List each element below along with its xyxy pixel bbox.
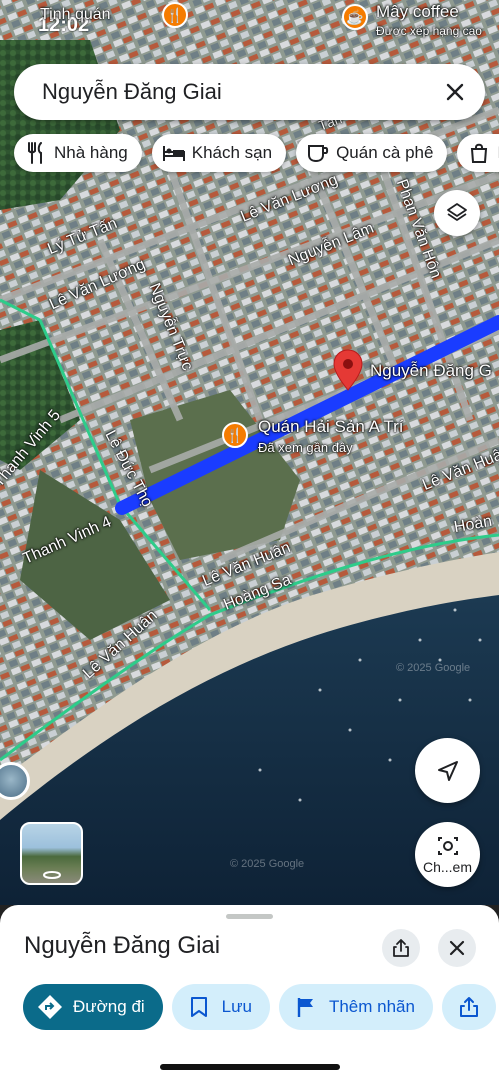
street-view-thumbnail[interactable] <box>20 822 83 885</box>
map-label-may-coffee[interactable]: Mây coffee <box>376 2 459 22</box>
lens-label: Ch...em <box>422 858 472 875</box>
chip-shopping[interactable]: M <box>457 134 499 172</box>
map-watermark: © 2025 Google <box>230 858 305 870</box>
selected-place-label[interactable]: Nguyễn Đăng G <box>370 361 492 381</box>
save-label: Lưu <box>221 997 252 1016</box>
search-bar[interactable]: Nguyễn Đăng Giai <box>14 64 485 120</box>
restaurant-icon <box>24 141 48 165</box>
close-icon <box>449 940 465 956</box>
close-sheet-button[interactable] <box>438 929 476 967</box>
bookmark-icon <box>186 994 212 1020</box>
add-label-button[interactable]: Thêm nhãn <box>278 984 433 1030</box>
navigation-arrow-icon <box>437 760 458 781</box>
my-location-button[interactable] <box>415 738 480 803</box>
chip-label: Quán cà phê <box>336 143 434 162</box>
chip-label: Khách sạn <box>191 143 273 162</box>
category-chips: Nhà hàng Khách sạn Quán cà phê M <box>14 134 499 172</box>
layers-button[interactable] <box>434 190 480 236</box>
chip-label: Nhà hàng <box>54 143 128 162</box>
camera-lens-icon <box>437 836 458 855</box>
chip-cafes[interactable]: Quán cà phê <box>296 134 448 172</box>
add-label-label: Thêm nhãn <box>328 997 415 1016</box>
rotate-360-icon <box>42 871 61 879</box>
share-icon <box>456 994 482 1020</box>
share-button[interactable] <box>382 929 420 967</box>
restaurant-pin-icon[interactable]: 🍴 <box>222 422 248 448</box>
sheet-grabber[interactable] <box>226 914 273 919</box>
share-action-button[interactable] <box>441 984 496 1030</box>
poi-subtitle: Đã xem gần đây <box>258 440 353 455</box>
place-title: Nguyễn Đăng Giai <box>24 932 221 959</box>
clear-search-button[interactable] <box>433 70 477 114</box>
directions-button[interactable]: Đường đi <box>23 984 163 1030</box>
place-bottom-sheet[interactable]: Nguyễn Đăng Giai Đường đi Lưu Thêm nhãn <box>0 905 499 1080</box>
shopping-bag-icon <box>467 141 491 165</box>
map-label-tinh-quan: Tinh quán <box>40 6 111 23</box>
map-watermark: © 2025 Google <box>396 662 471 674</box>
search-input[interactable]: Nguyễn Đăng Giai <box>42 79 433 105</box>
action-buttons: Đường đi Lưu Thêm nhãn <box>23 984 496 1030</box>
directions-label: Đường đi <box>73 997 145 1016</box>
poi-name[interactable]: Quán Hải Sản A Trí <box>258 417 404 437</box>
map-label-may-coffee-sub: Được xếp hạng cao <box>376 24 482 38</box>
cafe-pin-icon[interactable]: ☕ <box>342 4 368 30</box>
map-view[interactable]: 12:02 Tinh quán 🍴 ☕ Mây coffee Được xếp … <box>0 0 499 905</box>
directions-icon <box>37 994 63 1020</box>
home-indicator <box>160 1064 340 1070</box>
restaurant-pin-icon[interactable]: 🍴 <box>162 2 188 28</box>
place-pin-icon[interactable] <box>333 349 363 391</box>
flag-icon <box>293 994 319 1020</box>
layers-icon <box>447 203 467 221</box>
close-icon <box>446 83 464 101</box>
save-button[interactable]: Lưu <box>171 984 270 1030</box>
chip-restaurants[interactable]: Nhà hàng <box>14 134 142 172</box>
hotel-icon <box>162 141 186 165</box>
coffee-icon <box>306 141 330 165</box>
chip-hotels[interactable]: Khách sạn <box>151 134 287 172</box>
share-icon <box>393 939 409 957</box>
lens-button[interactable]: Ch...em <box>415 822 480 887</box>
